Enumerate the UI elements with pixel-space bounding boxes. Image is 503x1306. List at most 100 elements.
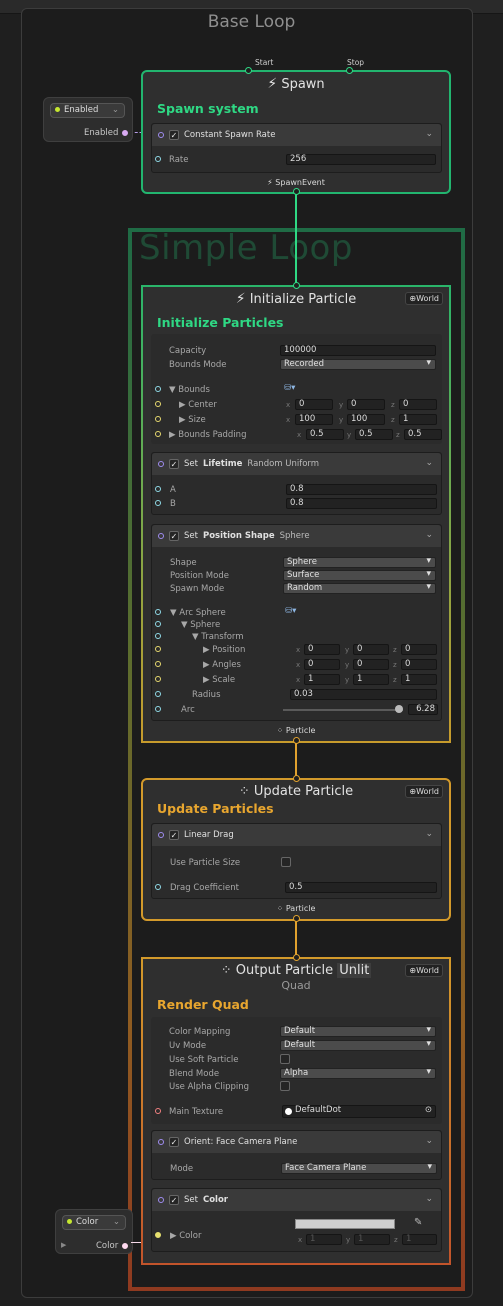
chevron-down-icon[interactable]: ⌄ xyxy=(425,458,433,468)
update-input-port[interactable] xyxy=(293,775,300,782)
block-orient[interactable]: ✓ Orient: Face Camera Plane ⌄ Mode Face Ca… xyxy=(151,1130,442,1180)
position-port[interactable] xyxy=(155,646,161,652)
size-row[interactable]: ▶ Size xyxy=(179,415,206,425)
init-output-port[interactable] xyxy=(293,737,300,744)
space-gizmo-icon[interactable]: ⛁▾ xyxy=(285,606,296,616)
chevron-down-icon[interactable]: ⌄ xyxy=(425,829,433,839)
padding-z-field[interactable]: 0.5 xyxy=(404,429,442,440)
radius-field[interactable]: 0.03 xyxy=(290,689,437,700)
block-enable-checkbox[interactable]: ✓ xyxy=(169,130,179,140)
color-swatch[interactable] xyxy=(295,1219,395,1229)
blend-mode-dropdown[interactable]: Alpha xyxy=(280,1068,436,1079)
space-toggle[interactable]: ⊕World xyxy=(405,964,443,977)
transform-port[interactable] xyxy=(155,633,161,639)
arc-sphere-row[interactable]: ▼ Arc Sphere xyxy=(170,608,226,618)
drag-coefficient-field[interactable]: 0.5 xyxy=(285,882,437,893)
chevron-down-icon[interactable]: ⌄ xyxy=(425,530,433,540)
scale-row[interactable]: ▶ Scale xyxy=(203,675,235,685)
init-input-port[interactable] xyxy=(293,282,300,289)
position-mode-dropdown[interactable]: Surface xyxy=(283,570,436,581)
size-port[interactable] xyxy=(155,416,161,422)
position-row[interactable]: ▶ Position xyxy=(203,645,245,655)
radius-port[interactable] xyxy=(155,691,161,697)
object-picker-icon[interactable]: ⊙ xyxy=(425,1106,432,1115)
block-activation-port[interactable] xyxy=(158,1197,164,1203)
angles-z-field[interactable]: 0 xyxy=(401,659,437,670)
drag-port[interactable] xyxy=(155,884,161,890)
orient-mode-dropdown[interactable]: Face Camera Plane xyxy=(281,1163,437,1174)
chevron-down-icon[interactable]: ⌄ xyxy=(425,1136,433,1146)
space-toggle[interactable]: ⊕World xyxy=(405,785,443,798)
output-context[interactable]: ⁘ Output Particle Unlit Quad ⊕World Rend… xyxy=(141,954,451,1265)
block-activation-port[interactable] xyxy=(158,132,164,138)
size-x-field[interactable]: 100 xyxy=(295,414,333,425)
uv-mode-dropdown[interactable]: Default xyxy=(280,1040,436,1051)
center-z-field[interactable]: 0 xyxy=(399,399,437,410)
eyedropper-icon[interactable]: ✎ xyxy=(414,1217,422,1228)
block-activation-port[interactable] xyxy=(158,1139,164,1145)
shape-dropdown[interactable]: Sphere xyxy=(283,557,436,568)
arc-field[interactable]: 6.28 xyxy=(408,704,438,715)
block-set-position-shape[interactable]: ✓ Set Position Shape Sphere ⌄ Shape Sphere P… xyxy=(151,524,442,721)
block-enable-checkbox[interactable]: ✓ xyxy=(169,1195,179,1205)
chevron-down-icon[interactable]: ⌄ xyxy=(425,129,433,139)
capacity-field[interactable]: 100000 xyxy=(280,345,436,356)
use-soft-particle-checkbox[interactable] xyxy=(280,1054,290,1064)
size-y-field[interactable]: 100 xyxy=(347,414,385,425)
main-texture-field[interactable]: DefaultDot ⊙ xyxy=(282,1105,436,1118)
angles-x-field[interactable]: 0 xyxy=(304,659,340,670)
sphere-port[interactable] xyxy=(155,621,161,627)
bounds-row[interactable]: ▼ Bounds xyxy=(169,385,210,395)
b-field[interactable]: 0.8 xyxy=(286,498,437,509)
b-port[interactable] xyxy=(155,500,161,506)
center-x-field[interactable]: 0 xyxy=(295,399,333,410)
bounds-port[interactable] xyxy=(155,386,161,392)
padding-y-field[interactable]: 0.5 xyxy=(355,429,393,440)
block-constant-spawn-rate[interactable]: ✓ Constant Spawn Rate ⌄ Rate 256 xyxy=(151,123,442,173)
bounds-mode-dropdown[interactable]: Recorded xyxy=(280,359,436,370)
output-input-port[interactable] xyxy=(293,954,300,961)
block-activation-port[interactable] xyxy=(158,461,164,467)
block-enable-checkbox[interactable]: ✓ xyxy=(169,1137,179,1147)
block-activation-port[interactable] xyxy=(158,832,164,838)
chevron-down-icon[interactable]: ⌄ xyxy=(425,1194,433,1204)
color-mapping-dropdown[interactable]: Default xyxy=(280,1026,436,1037)
start-port[interactable] xyxy=(245,67,252,74)
enabled-node[interactable]: Enabled ⌄ Enabled xyxy=(43,97,133,142)
spawn-mode-dropdown[interactable]: Random xyxy=(283,583,436,594)
initialize-context[interactable]: ⚡ Initialize Particle ⊕World Initialize … xyxy=(141,282,451,744)
padding-x-field[interactable]: 0.5 xyxy=(306,429,344,440)
arc-slider-knob[interactable] xyxy=(395,705,404,713)
main-texture-port[interactable] xyxy=(155,1108,161,1114)
color-output-port[interactable] xyxy=(122,1243,128,1249)
arc-sphere-port[interactable] xyxy=(155,609,161,615)
update-context[interactable]: ⁘ Update Particle ⊕World Update Particle… xyxy=(141,775,451,922)
space-gizmo-icon[interactable]: ⛁▾ xyxy=(284,383,295,393)
size-z-field[interactable]: 1 xyxy=(399,414,437,425)
rate-input-port[interactable] xyxy=(155,156,161,162)
a-port[interactable] xyxy=(155,486,161,492)
center-port[interactable] xyxy=(155,401,161,407)
block-activation-port[interactable] xyxy=(158,533,164,539)
enabled-output-port[interactable] xyxy=(122,130,128,136)
color-pill[interactable]: Color ⌄ xyxy=(62,1215,126,1230)
arc-slider-track[interactable] xyxy=(283,709,403,711)
block-set-color[interactable]: ✓ Set Color ⌄ ▶ Color ✎ x 1 y 1 z 1 xyxy=(151,1188,442,1252)
padding-row[interactable]: ▶ Bounds Padding xyxy=(169,430,246,440)
use-particle-size-checkbox[interactable] xyxy=(281,857,291,867)
stop-port[interactable] xyxy=(346,67,353,74)
spawn-context[interactable]: Start Stop ⚡ Spawn Spawn system ✓ Constan… xyxy=(141,58,451,195)
block-enable-checkbox[interactable]: ✓ xyxy=(169,830,179,840)
position-y-field[interactable]: 0 xyxy=(353,644,389,655)
use-alpha-clipping-checkbox[interactable] xyxy=(280,1081,290,1091)
angles-row[interactable]: ▶ Angles xyxy=(203,660,241,670)
block-linear-drag[interactable]: ✓ Linear Drag ⌄ Use Particle Size Drag Coe… xyxy=(151,823,442,899)
transform-row[interactable]: ▼ Transform xyxy=(192,632,244,642)
scale-y-field[interactable]: 1 xyxy=(353,674,389,685)
block-enable-checkbox[interactable]: ✓ xyxy=(169,459,179,469)
angles-y-field[interactable]: 0 xyxy=(353,659,389,670)
color-input-port[interactable] xyxy=(155,1232,161,1238)
center-y-field[interactable]: 0 xyxy=(347,399,385,410)
scale-x-field[interactable]: 1 xyxy=(304,674,340,685)
position-x-field[interactable]: 0 xyxy=(304,644,340,655)
